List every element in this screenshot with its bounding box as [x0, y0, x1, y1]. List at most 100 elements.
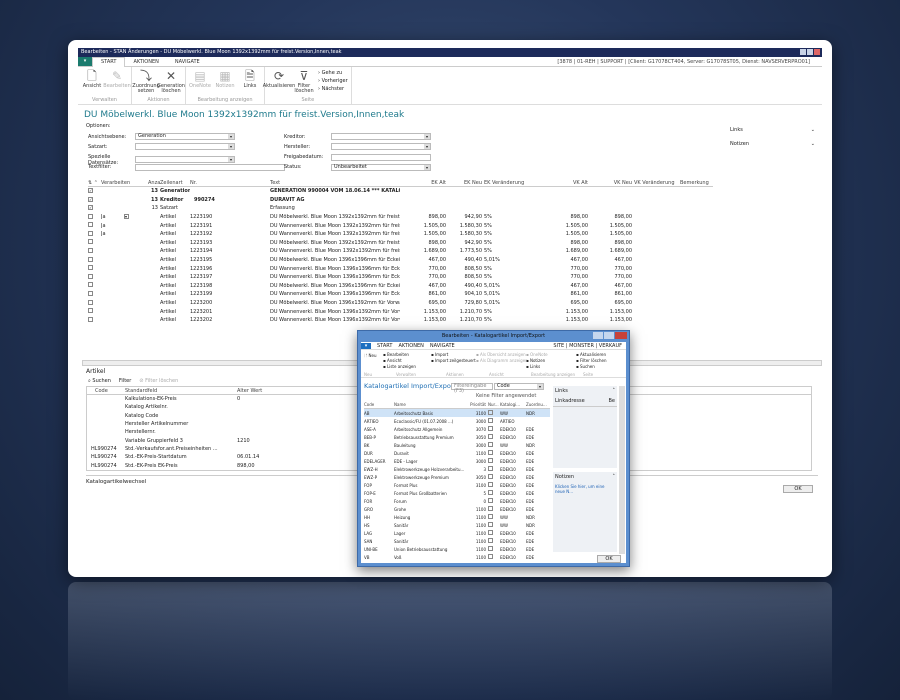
minimize-button[interactable] [800, 49, 806, 55]
table-row[interactable]: Ja ▾ Artikel 1223190 DU Möbelwerkl. Blue Moo… [88, 213, 713, 222]
column-header[interactable]: Nur... [488, 402, 500, 407]
list-item[interactable]: SAN Sanitär 1100 EDEK10 EDE [364, 537, 550, 545]
only-checkbox[interactable] [488, 426, 493, 431]
column-header[interactable]: Bemerkung [680, 180, 720, 186]
column-header[interactable]: Nr. [190, 180, 270, 186]
list-item[interactable]: FOR Forum 0 EDEK10 EDE [364, 497, 550, 505]
table-row[interactable]: Ja Artikel 1223191 DU Wannenverkl. Blue Moo… [88, 221, 713, 230]
only-checkbox[interactable] [488, 434, 493, 439]
column-header[interactable]: Code [364, 402, 394, 407]
dialog-file-button[interactable]: ▾ [361, 342, 371, 349]
column-header[interactable]: Text [270, 180, 400, 186]
list-item[interactable]: VB Voß 1100 EDEK10 EDE [364, 553, 550, 561]
only-checkbox[interactable] [488, 506, 493, 511]
links-button[interactable]: 🗎 Links [239, 68, 261, 96]
dialog-maximize-button[interactable] [604, 332, 614, 339]
list-item[interactable]: HS Sanitär 1100 WW NDR [364, 521, 550, 529]
table-row[interactable]: Artikel 1223194 DU Wannenverkl. Blue Moon … [88, 247, 713, 256]
links-button[interactable]: ▪ Links [526, 364, 540, 369]
column-header[interactable]: VK Alt [524, 180, 590, 186]
dropdown-arrow-icon[interactable]: ▾ [228, 144, 234, 150]
dropdown-arrow-icon[interactable]: ▾ [228, 134, 234, 139]
row-checkbox[interactable] [88, 213, 93, 219]
bearbeiten-button[interactable]: ▪ Bearbeiten [383, 352, 409, 357]
chevron-down-icon[interactable]: ⌄ [811, 127, 815, 133]
column-header[interactable]: EK Veränderung [484, 180, 524, 186]
ok-button[interactable]: OK [783, 485, 813, 493]
column-header[interactable]: Verarbeiten [101, 180, 148, 186]
only-checkbox[interactable] [488, 498, 493, 503]
only-checkbox[interactable] [488, 410, 493, 415]
row-checkbox[interactable] [88, 247, 93, 253]
row-checkbox[interactable] [88, 265, 93, 271]
factbox-links[interactable]: Links ⌄ [730, 123, 815, 137]
vorheriger-button[interactable]: › Vorheriger [318, 78, 348, 84]
list-item[interactable]: BK Bauleitung 3000 WW NDR [364, 441, 550, 449]
aktualisieren-button[interactable]: ⟳ Aktualisieren [263, 68, 296, 96]
table-row[interactable]: Artikel 1223200 DU Möbelwerkl. Blue Moon 1… [88, 299, 713, 308]
column-header[interactable]: EK Alt [400, 180, 448, 186]
only-checkbox[interactable] [488, 482, 493, 487]
nächster-button[interactable]: › Nächster [318, 86, 348, 92]
list-item[interactable]: LAG Lager 1100 EDEK10 EDE [364, 529, 550, 537]
add-note-link[interactable]: Klicken Sie hier, um eine neue N... [553, 482, 617, 496]
column-header[interactable]: Code [87, 388, 125, 394]
dialog-close-button[interactable] [615, 332, 627, 339]
dropdown-arrow-icon[interactable]: ▾ [424, 134, 430, 139]
import-button[interactable]: ▪ Import [431, 352, 448, 357]
only-checkbox[interactable] [488, 458, 493, 463]
field-input[interactable] [331, 153, 431, 161]
column-header[interactable]: Anzahl [148, 180, 160, 186]
only-checkbox[interactable] [488, 490, 493, 495]
row-checkbox[interactable] [88, 299, 93, 305]
row-checkbox[interactable] [88, 282, 93, 288]
row-checkbox[interactable] [88, 316, 93, 322]
field-input[interactable]: ▾ [135, 156, 235, 164]
suchen-button[interactable]: ▪ Suchen [576, 364, 595, 369]
only-checkbox[interactable] [488, 546, 493, 551]
row-checkbox[interactable] [88, 256, 93, 262]
als-diagramm-anzeigen-button[interactable]: ▪ Als Diagramm anzeigen [476, 358, 528, 363]
only-checkbox[interactable] [488, 474, 493, 479]
column-header[interactable]: VK Veränderung [634, 180, 680, 186]
table-row[interactable]: Artikel 1223201 DU Wannenverkl. Blue Moon … [88, 307, 713, 316]
list-item[interactable]: EWZ-P Elektrowerkzeuge Premium 3050 EDEK10 E… [364, 473, 550, 481]
dialog-filter-field[interactable]: Code ▾ [494, 383, 544, 390]
close-button[interactable] [814, 49, 820, 55]
dropdown-arrow-icon[interactable]: ▾ [424, 144, 430, 150]
notizen-button[interactable]: ▪ Notizen [526, 358, 545, 363]
row-checkbox[interactable]: ✓ [88, 196, 93, 202]
tab-navigate[interactable]: NAVIGATE [167, 59, 208, 65]
list-item[interactable]: UNI-BE Union Betriebsausstattung 1100 EDEK1… [364, 545, 550, 553]
list-item[interactable]: FOP Format Plus 3100 EDEK10 EDE [364, 481, 550, 489]
field-input[interactable] [135, 163, 285, 171]
file-menu-button[interactable]: ▾ [78, 57, 92, 66]
field-input[interactable]: Unbearbeitet ▾ [331, 163, 431, 171]
dialog-tab-aktionen[interactable]: AKTIONEN [398, 343, 423, 349]
field-input[interactable]: ▾ [135, 143, 235, 151]
list-item[interactable]: ARTIEO Ecoclassic/FU (01.07.2008 ...) 3000… [364, 417, 550, 425]
table-row[interactable]: ✓ 13 Generation GENERATION 990004 VOM 18.06… [88, 187, 713, 196]
filter-löschen-button[interactable]: ⊽ Filter löschen [293, 68, 315, 96]
row-checkbox[interactable] [88, 239, 93, 245]
row-checkbox[interactable] [88, 273, 93, 279]
column-header[interactable]: Zeilenart [160, 180, 190, 186]
chevron-up-icon[interactable]: ˄ [613, 388, 616, 394]
list-item[interactable]: GRO Grohe 1100 EDEK10 EDE [364, 505, 550, 513]
row-checkbox[interactable]: ✓ [88, 188, 93, 194]
column-header[interactable]: Priorität [466, 402, 488, 407]
list-item[interactable]: HH Heizung 1100 WW NDR [364, 513, 550, 521]
als-übersicht-anzeigen-button[interactable]: ▪ Als Übersicht anzeigen [476, 352, 526, 357]
notizen-button[interactable]: ▦ Notizen [214, 68, 236, 96]
table-row[interactable]: Artikel 1223193 DU Möbelwerkl. Blue Moon 1… [88, 239, 713, 248]
table-row[interactable]: Artikel 1223197 DU Wannenverkl. Blue Moon … [88, 273, 713, 282]
only-checkbox[interactable] [488, 514, 493, 519]
filter-löschen-button[interactable]: ▪ Filter löschen [576, 358, 607, 363]
row-checkbox[interactable] [88, 290, 93, 296]
only-checkbox[interactable] [488, 466, 493, 471]
column-header[interactable]: EK Neu [448, 180, 484, 186]
only-checkbox[interactable] [488, 554, 493, 559]
row-checkbox[interactable] [88, 230, 93, 236]
column-header[interactable]: Katalogi... [500, 402, 526, 407]
only-checkbox[interactable] [488, 442, 493, 447]
